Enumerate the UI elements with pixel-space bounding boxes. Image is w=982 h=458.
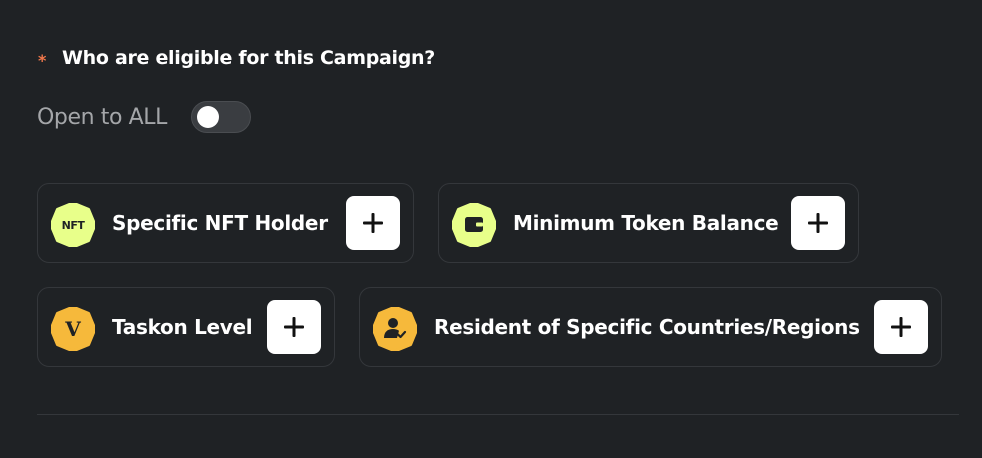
required-marker: *: [38, 50, 47, 70]
add-taskon-level-button[interactable]: [267, 300, 321, 354]
open-to-all-toggle[interactable]: [191, 101, 251, 133]
criteria-card-nft-holder[interactable]: NFT Specific NFT Holder: [37, 183, 414, 263]
add-min-token-balance-button[interactable]: [791, 196, 845, 250]
plus-icon: [363, 213, 383, 233]
criteria-label: Taskon Level: [112, 315, 253, 339]
open-to-all-row: Open to ALL: [37, 100, 251, 134]
add-resident-countries-button[interactable]: [874, 300, 928, 354]
eligibility-question: * Who are eligible for this Campaign?: [38, 44, 435, 72]
open-to-all-label: Open to ALL: [37, 104, 167, 130]
criteria-card-taskon-level[interactable]: V Taskon Level: [37, 287, 335, 367]
verified-user-icon: [373, 307, 417, 351]
nft-icon: NFT: [51, 203, 95, 247]
level-v-icon: V: [51, 307, 95, 351]
criteria-card-resident-countries[interactable]: Resident of Specific Countries/Regions: [359, 287, 942, 367]
plus-icon: [891, 317, 911, 337]
toggle-knob: [197, 106, 219, 128]
question-text: Who are eligible for this Campaign?: [62, 47, 435, 69]
criteria-label: Minimum Token Balance: [513, 211, 779, 235]
criteria-label: Specific NFT Holder: [112, 211, 328, 235]
criteria-label: Resident of Specific Countries/Regions: [434, 315, 860, 339]
plus-icon: [808, 213, 828, 233]
eligibility-section: * Who are eligible for this Campaign? Op…: [0, 0, 982, 458]
plus-icon: [284, 317, 304, 337]
section-divider: [37, 414, 959, 415]
criteria-card-min-token-balance[interactable]: Minimum Token Balance: [438, 183, 859, 263]
nft-icon-text: NFT: [61, 218, 85, 232]
level-icon-text: V: [65, 317, 81, 341]
add-nft-holder-button[interactable]: [346, 196, 400, 250]
wallet-icon: [452, 203, 496, 247]
